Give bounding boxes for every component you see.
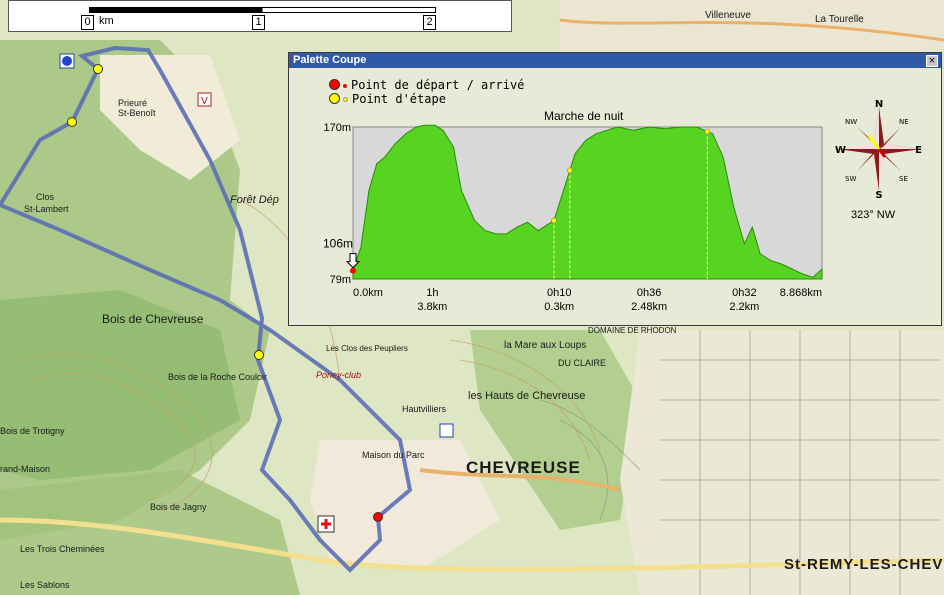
map-label-st-remy: St-REMY-LES-CHEV	[784, 556, 944, 573]
scale-label-0: 0	[81, 15, 94, 30]
map-label-bois-chevreuse: Bois de Chevreuse	[102, 312, 204, 326]
map-label-mare-loups: la Mare aux Loups	[504, 340, 587, 351]
svg-text:V: V	[201, 96, 208, 107]
elevation-profile-palette[interactable]: Palette Coupe × Point de départ / arrivé…	[288, 52, 942, 326]
map-label-clos: Clos	[36, 192, 55, 202]
map-label-trois-cheminees: Les Trois Cheminées	[20, 544, 105, 554]
compass-e: E	[915, 145, 922, 156]
waypoint-point	[551, 217, 557, 224]
x-tick-distance-label: 2.2km	[729, 301, 759, 313]
min-elevation-label: 106m	[323, 237, 353, 251]
scale-label-2: 2	[423, 15, 436, 30]
map-label-rhodon: DOMAINE DE RHODON	[588, 326, 677, 335]
map-label-st-lambert: St-Lambert	[24, 204, 69, 214]
map-label-grand-maison: rand-Maison	[0, 464, 51, 474]
x-tick-distance-label: 2.48km	[631, 301, 667, 313]
map-label-du-claire: DU CLAIRE	[558, 358, 607, 368]
waypoint-point	[567, 167, 573, 174]
map-label-bois-jagny: Bois de Jagny	[150, 502, 207, 512]
x-tick-time-label: 0h32	[732, 287, 756, 299]
map-label-hautvilliers: Hautvilliers	[402, 404, 447, 414]
map-label-bois-trotigny: Bois de Trotigny	[0, 426, 65, 436]
y-tick-label: 170m	[323, 122, 351, 134]
waypoint-marker[interactable]	[93, 64, 103, 74]
x-tick-distance-label: 8.868km	[780, 287, 822, 299]
map-label-foret: Forêt Dép	[230, 194, 279, 206]
map-label-sablons: Les Sablons	[20, 580, 70, 590]
compass-n: N	[875, 99, 883, 110]
map-label-hauts-chevreuse: les Hauts de Chevreuse	[468, 390, 586, 402]
y-tick-label: 79m	[330, 274, 351, 286]
scale-unit: km	[99, 15, 114, 27]
waypoint-marker[interactable]	[67, 117, 77, 127]
x-tick-distance-label: 0.0km	[353, 287, 383, 299]
scale-bar-track	[89, 7, 436, 13]
map-label-bois-roche: Bois de la Roche Couloir	[168, 372, 268, 382]
map-label-chevreuse: CHEVREUSE	[466, 458, 581, 477]
scale-label-1: 1	[252, 15, 265, 30]
x-tick-time-label: 0h36	[637, 287, 661, 299]
x-tick-distance-label: 3.8km	[417, 301, 447, 313]
waypoint-point	[704, 128, 711, 135]
x-tick-distance-label: 0.3km	[544, 301, 574, 313]
compass-sw: SW	[845, 175, 856, 183]
map-label-st-benoit: St-Benoît	[118, 108, 156, 118]
compass-se: SE	[899, 175, 908, 183]
map-label-prieure: Prieuré	[118, 98, 148, 108]
compass-heading: 323° NW	[851, 209, 896, 221]
map-label-clos-peupliers: Les Clos des Peupliers	[326, 344, 408, 353]
map-label-villeneuve: Villeneuve	[705, 10, 751, 21]
compass-s: S	[875, 190, 882, 199]
start-point	[350, 267, 356, 274]
map-label-la-tourelle: La Tourelle	[815, 14, 864, 25]
compass-ne: NE	[899, 118, 909, 126]
map-label-poney-club: Poney-club	[316, 370, 362, 380]
compass-rose-icon: N S E W NE NW SE SW	[835, 99, 922, 199]
compass-nw: NW	[845, 118, 857, 126]
compass-w: W	[835, 145, 846, 156]
waypoint-marker[interactable]	[254, 350, 264, 360]
x-tick-time-label: 0h10	[547, 287, 571, 299]
x-tick-time-label: 1h	[426, 287, 438, 299]
scale-bar: 0 km 1 2	[8, 0, 512, 32]
map-label-maison-parc: Maison du Parc	[362, 450, 425, 460]
start-finish-marker[interactable]	[373, 512, 383, 522]
